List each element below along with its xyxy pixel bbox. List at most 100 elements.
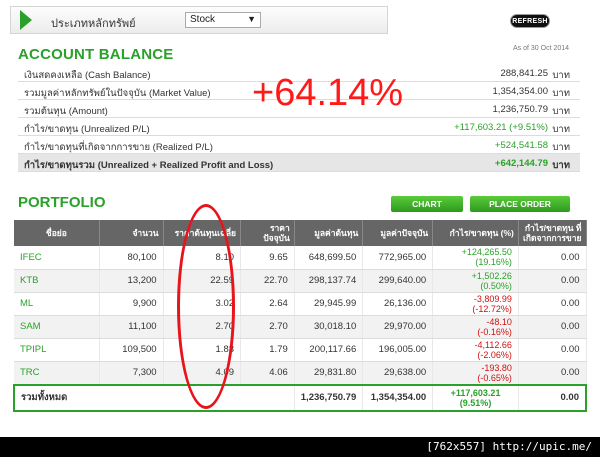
realized-cell: 0.00: [518, 361, 587, 385]
balance-unit: บาท: [552, 160, 570, 171]
avg-cost-cell: 1.83: [163, 338, 242, 362]
as-of-date: As of 30 Oct 2014: [513, 45, 570, 52]
table-total-row: รวมทั้งหมด 1,236,750.79 1,354,354.00 +11…: [12, 383, 587, 412]
pl-amount: -193.80: [481, 362, 512, 373]
table-row: KTB 13,200 22.59 22.70 298,137.74 299,64…: [14, 269, 587, 293]
column-header-symbol[interactable]: ชื่อย่อ: [14, 220, 100, 246]
qty-cell: 13,200: [99, 269, 164, 293]
column-header-market-value[interactable]: มูลค่าปัจจุบัน: [362, 220, 434, 246]
realized-cell: 0.00: [518, 269, 587, 293]
avg-cost-cell: 4.09: [163, 361, 242, 385]
pl-amount: -48.10: [486, 316, 512, 327]
balance-value: +524,541.58: [494, 140, 548, 151]
balance-label: กำไร/ขาดทุนรวม (Unrealized + Realized Pr…: [24, 160, 274, 171]
security-type-bar: ประเภทหลักทรัพย์ Stock ▼: [10, 6, 388, 34]
pl-cell: +1,502.26 (0.50%): [432, 269, 519, 293]
pl-amount: +1,502.26: [471, 270, 512, 281]
balance-unit: บาท: [552, 142, 570, 153]
balance-value: 1,236,750.79: [492, 104, 548, 115]
cost-value-cell: 648,699.50: [294, 246, 364, 270]
balance-label: กำไร/ขาดทุน (Unrealized P/L): [24, 124, 150, 135]
column-header-pl[interactable]: กำไร/ขาดทุน (%): [432, 220, 519, 246]
security-type-value: Stock: [190, 14, 216, 25]
avg-cost-cell: 8.10: [163, 246, 242, 270]
pl-cell: -193.80 (-0.65%): [432, 361, 519, 385]
balance-value: 1,354,354.00: [492, 86, 548, 97]
account-balance-title: ACCOUNT BALANCE: [18, 46, 174, 63]
table-row: TPIPL 109,500 1.83 1.79 200,117.66 196,0…: [14, 338, 587, 362]
stock-symbol-link[interactable]: ML: [14, 292, 100, 316]
qty-cell: 11,100: [99, 315, 164, 339]
realized-cell: 0.00: [518, 246, 587, 270]
market-value-cell: 772,965.00: [362, 246, 434, 270]
column-header-cost-value[interactable]: มูลค่าต้นทุน: [294, 220, 364, 246]
qty-cell: 109,500: [99, 338, 164, 362]
cost-value-cell: 200,117.66: [294, 338, 364, 362]
balance-label: เงินสดคงเหลือ (Cash Balance): [24, 70, 151, 81]
column-header-qty[interactable]: จำนวน: [99, 220, 164, 246]
green-arrow-icon: [20, 10, 32, 30]
table-row: IFEC 80,100 8.10 9.65 648,699.50 772,965…: [14, 246, 587, 270]
portfolio-title: PORTFOLIO: [18, 194, 106, 211]
column-header-avg-cost[interactable]: ราคาต้นทุนเฉลี่ย: [163, 220, 242, 246]
chevron-down-icon: ▼: [247, 14, 256, 24]
stock-symbol-link[interactable]: SAM: [14, 315, 100, 339]
portfolio-table: ชื่อย่อ จำนวน ราคาต้นทุนเฉลี่ย ราคาปัจจุ…: [12, 220, 587, 412]
pl-percent: (0.50%): [480, 280, 512, 291]
pl-percent: (19.16%): [475, 257, 512, 268]
total-pl-percent: (9.51%): [459, 397, 492, 408]
balance-label: รวมมูลค่าหลักทรัพย์ในปัจจุบัน (Market Va…: [24, 88, 211, 99]
pl-cell: -4,112.66 (-2.06%): [432, 338, 519, 362]
qty-cell: 80,100: [99, 246, 164, 270]
cost-value-cell: 298,137.74: [294, 269, 364, 293]
price-cell: 1.79: [240, 338, 295, 362]
balance-value: 288,841.25: [500, 68, 548, 79]
qty-cell: 9,900: [99, 292, 164, 316]
total-pl-amount: +117,603.21: [450, 387, 501, 398]
stock-symbol-link[interactable]: IFEC: [14, 246, 100, 270]
pl-amount: -4,112.66: [474, 339, 512, 350]
total-realized: 0.00: [518, 383, 587, 412]
market-value-cell: 196,005.00: [362, 338, 434, 362]
avg-cost-cell: 3.02: [163, 292, 242, 316]
avg-cost-cell: 22.59: [163, 269, 242, 293]
stock-symbol-link[interactable]: TRC: [14, 361, 100, 385]
column-header-price[interactable]: ราคาปัจจุบัน: [240, 220, 295, 246]
security-type-label: ประเภทหลักทรัพย์: [51, 18, 136, 30]
balance-value: +117,603.21 (+9.51%): [454, 122, 548, 133]
balance-unit: บาท: [552, 70, 570, 81]
pl-percent: (-0.16%): [477, 326, 512, 337]
place-order-button[interactable]: PLACE ORDER: [470, 196, 570, 212]
pl-percent: (-2.06%): [477, 349, 512, 360]
total-label: รวมทั้งหมด: [12, 383, 295, 412]
refresh-button[interactable]: REFRESH: [510, 14, 550, 28]
security-type-select[interactable]: Stock ▼: [185, 12, 261, 28]
price-cell: 2.70: [240, 315, 295, 339]
balance-label: กำไร/ขาดทุนที่เกิดจากการขาย (Realized P/…: [24, 142, 213, 153]
total-cost-value: 1,236,750.79: [294, 383, 364, 412]
avg-cost-cell: 2.70: [163, 315, 242, 339]
balance-row-realized: กำไร/ขาดทุนที่เกิดจากการขาย (Realized P/…: [18, 136, 580, 154]
table-header-row: ชื่อย่อ จำนวน ราคาต้นทุนเฉลี่ย ราคาปัจจุ…: [14, 220, 587, 246]
chart-button[interactable]: CHART: [391, 196, 463, 212]
annotation-percentage: +64.14%: [252, 72, 404, 114]
image-footer-bar: [762x557] http://upic.me/: [0, 437, 600, 457]
market-value-cell: 26,136.00: [362, 292, 434, 316]
balance-value: +642,144.79: [494, 158, 548, 169]
realized-cell: 0.00: [518, 338, 587, 362]
cost-value-cell: 30,018.10: [294, 315, 364, 339]
stock-symbol-link[interactable]: KTB: [14, 269, 100, 293]
price-cell: 22.70: [240, 269, 295, 293]
column-header-realized[interactable]: กำไร/ขาดทุน ที่เกิดจากการขาย: [518, 220, 587, 246]
app-frame: ประเภทหลักทรัพย์ Stock ▼ REFRESH ACCOUNT…: [0, 0, 600, 437]
market-value-cell: 299,640.00: [362, 269, 434, 293]
realized-cell: 0.00: [518, 292, 587, 316]
price-cell: 9.65: [240, 246, 295, 270]
total-pl-cell: +117,603.21 (9.51%): [432, 383, 519, 412]
pl-cell: -48.10 (-0.16%): [432, 315, 519, 339]
price-cell: 2.64: [240, 292, 295, 316]
balance-unit: บาท: [552, 88, 570, 99]
stock-symbol-link[interactable]: TPIPL: [14, 338, 100, 362]
pl-amount: -3,809.99: [473, 293, 512, 304]
table-row: TRC 7,300 4.09 4.06 29,831.80 29,638.00 …: [14, 361, 587, 385]
